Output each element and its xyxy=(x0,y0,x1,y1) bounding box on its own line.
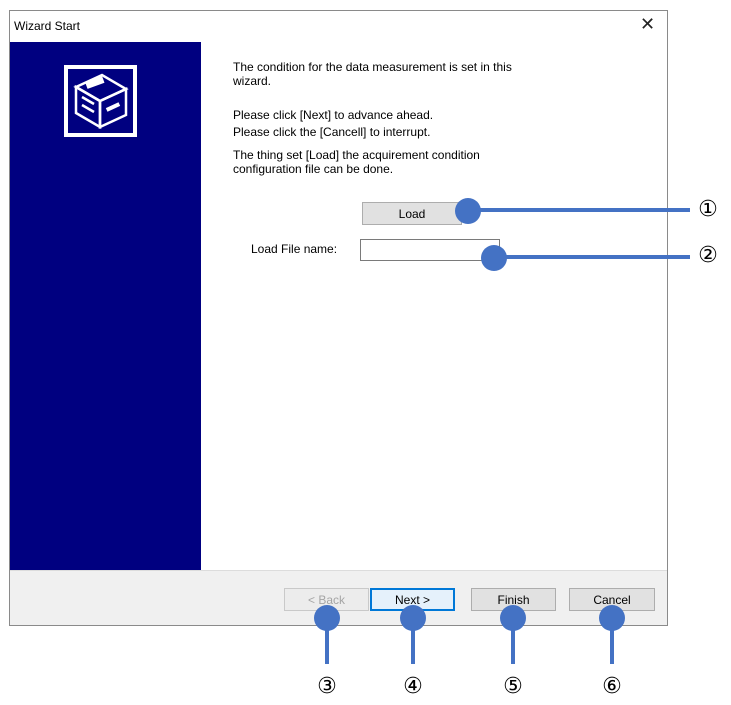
callout-3-number: ③ xyxy=(317,674,337,699)
callout-2-dot xyxy=(481,245,507,271)
callout-1-number: ① xyxy=(698,197,718,222)
callout-1-dot xyxy=(455,198,481,224)
callout-6-dot xyxy=(599,605,625,631)
load-button[interactable]: Load xyxy=(362,202,462,225)
callout-4-number: ④ xyxy=(403,674,423,699)
callout-2-line xyxy=(494,255,690,259)
callout-4-dot xyxy=(400,605,426,631)
load-instruction-line2: configuration file can be done. xyxy=(233,162,394,176)
load-instruction-line1: The thing set [Load] the acquirement con… xyxy=(233,148,480,162)
wizard-disk-drive-icon xyxy=(64,65,137,137)
load-file-name-input[interactable] xyxy=(360,239,500,261)
next-instruction-text: Please click [Next] to advance ahead. xyxy=(233,108,434,122)
intro-text-line1: The condition for the data measurement i… xyxy=(233,60,512,74)
callout-5-number: ⑤ xyxy=(503,674,523,699)
callout-6-number: ⑥ xyxy=(602,674,622,699)
callout-3-dot xyxy=(314,605,340,631)
callout-1-line xyxy=(468,208,690,212)
callout-2-number: ② xyxy=(698,243,718,268)
close-icon[interactable]: ✕ xyxy=(640,13,655,35)
cancel-instruction-text: Please click the [Cancell] to interrupt. xyxy=(233,125,431,139)
intro-text-line2: wizard. xyxy=(233,74,272,88)
load-file-label: Load File name: xyxy=(251,242,338,256)
callout-5-dot xyxy=(500,605,526,631)
window-title: Wizard Start xyxy=(14,19,81,33)
